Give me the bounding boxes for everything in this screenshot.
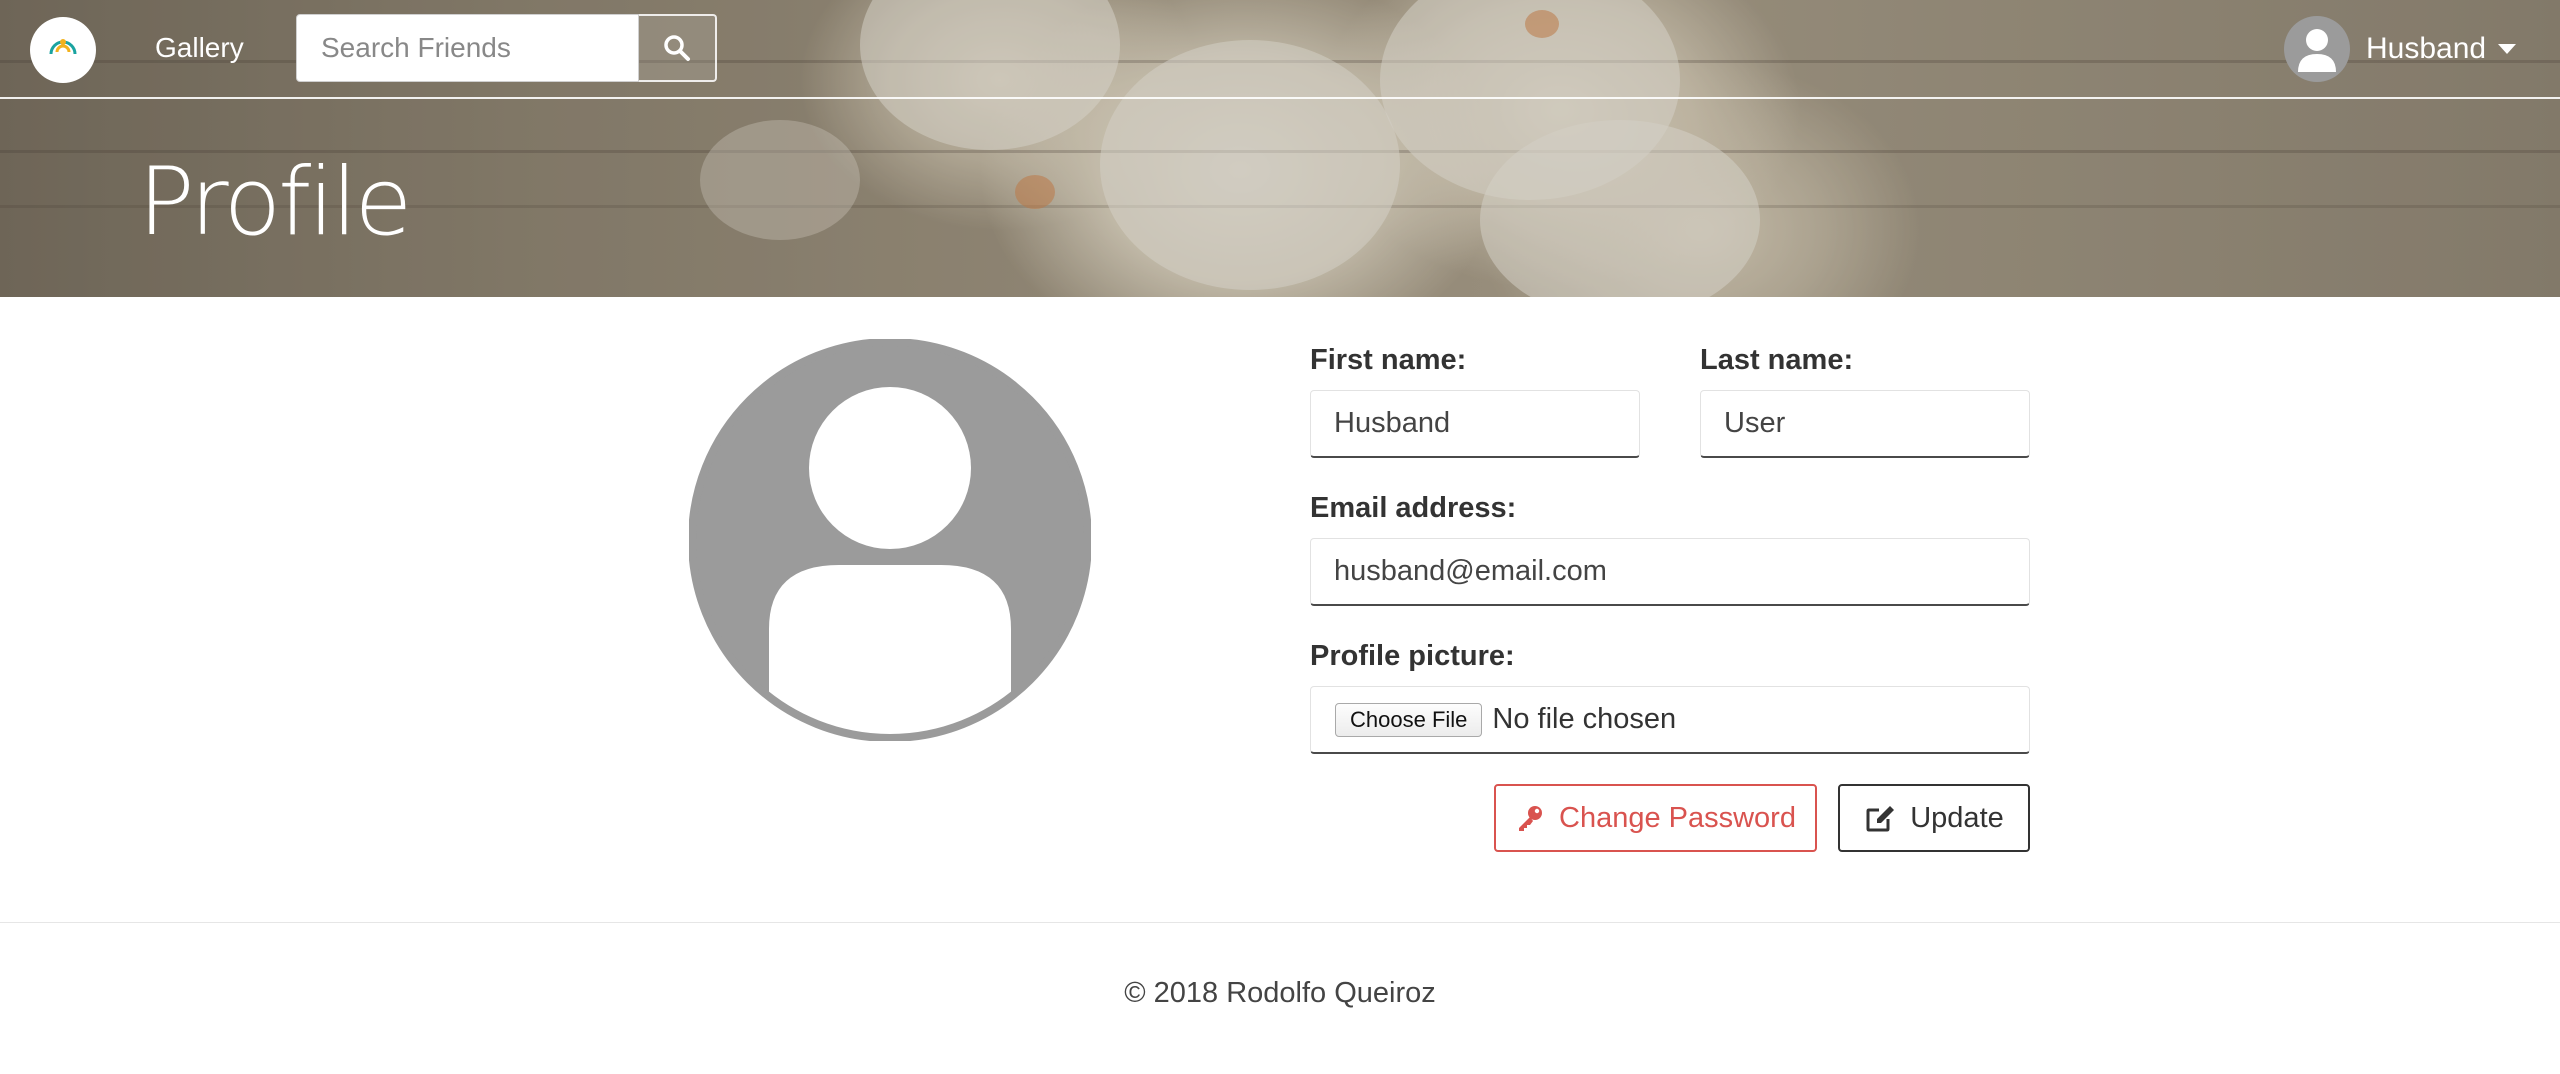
default-user-avatar-icon (689, 339, 1091, 741)
hero-banner: Gallery Husband Profile (0, 0, 2560, 297)
nav-link-gallery[interactable]: Gallery (155, 32, 244, 64)
copyright-text: © 2018 Rodolfo Queiroz (1124, 977, 1436, 1009)
change-password-label: Change Password (1559, 801, 1796, 834)
search-friends-input[interactable] (296, 14, 639, 82)
key-icon (1515, 803, 1545, 833)
search-form (296, 14, 717, 82)
ring-logo-icon (49, 39, 77, 55)
profile-picture-file-input: Choose File No file chosen (1310, 686, 2030, 754)
first-name-label: First name: (1310, 344, 1467, 376)
change-password-button[interactable]: Change Password (1494, 784, 1817, 852)
last-name-label: Last name: (1700, 344, 1854, 376)
last-name-input[interactable] (1700, 390, 2030, 458)
footer-divider (0, 922, 2560, 923)
email-label: Email address: (1310, 492, 1517, 524)
search-icon (664, 35, 690, 61)
page-title: Profile (138, 148, 412, 257)
brand-logo-link[interactable] (30, 17, 96, 83)
update-label: Update (1910, 801, 2004, 834)
first-name-input[interactable] (1310, 390, 1640, 458)
edit-icon (1864, 802, 1896, 834)
choose-file-button[interactable]: Choose File (1335, 702, 1483, 737)
profile-picture-label: Profile picture: (1310, 640, 1515, 672)
user-avatar (2284, 16, 2350, 82)
user-avatar-icon (2298, 29, 2336, 72)
top-navbar: Gallery Husband (0, 0, 2560, 99)
search-button[interactable] (639, 14, 717, 82)
email-input[interactable] (1310, 538, 2030, 606)
file-status-text: No file chosen (1492, 703, 1677, 735)
user-name: Husband (2366, 32, 2487, 65)
chevron-down-icon (2498, 44, 2517, 54)
update-button[interactable]: Update (1838, 784, 2030, 852)
user-dropdown-toggle[interactable]: Husband (2284, 14, 2517, 84)
